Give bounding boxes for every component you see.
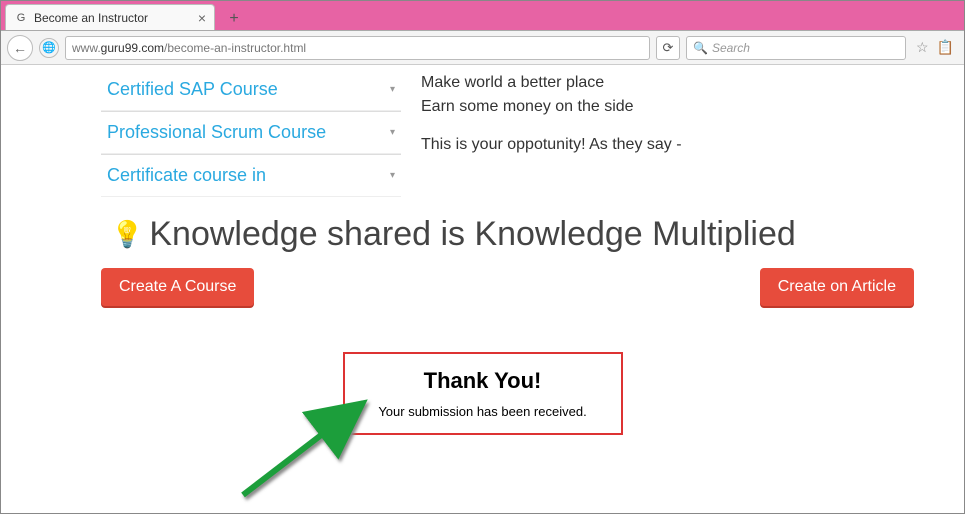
intro-line: Earn some money on the side (421, 95, 944, 119)
close-tab-icon[interactable]: × (198, 10, 206, 26)
reload-button[interactable]: ⟳ (656, 36, 680, 60)
sidebar-item-label: Certified SAP Course (107, 79, 278, 100)
thank-you-box: Thank You! Your submission has been rece… (343, 352, 623, 435)
tab-bar: G Become an Instructor × + (1, 1, 964, 31)
lightbulb-icon: 💡 (111, 219, 143, 250)
browser-tab[interactable]: G Become an Instructor × (5, 4, 215, 30)
toolbar-right-icons: ☆ 📋 (912, 39, 958, 56)
tab-title: Become an Instructor (34, 11, 192, 25)
clipboard-icon[interactable]: 📋 (937, 39, 954, 56)
site-identity-icon[interactable]: 🌐 (39, 38, 59, 58)
url-host: guru99.com (101, 41, 164, 55)
url-path: /become-an-instructor.html (164, 41, 306, 55)
sidebar-item-label: Professional Scrum Course (107, 122, 326, 143)
sidebar-item-certificate[interactable]: Certificate course in ▾ (101, 154, 401, 197)
sidebar-item-scrum[interactable]: Professional Scrum Course ▾ (101, 111, 401, 154)
headline-text: Knowledge shared is Knowledge Multiplied (149, 215, 795, 254)
create-article-button[interactable]: Create on Article (760, 268, 914, 306)
search-icon: 🔍 (693, 41, 708, 55)
toolbar: ← 🌐 www.guru99.com/become-an-instructor.… (1, 31, 964, 65)
page-body: Certified SAP Course ▾ Professional Scru… (1, 65, 964, 435)
url-pre: www. (72, 41, 101, 55)
chevron-down-icon: ▾ (390, 84, 395, 95)
create-course-button[interactable]: Create A Course (101, 268, 254, 306)
sidebar-item-label: Certificate course in (107, 165, 266, 186)
sidebar-item-sap[interactable]: Certified SAP Course ▾ (101, 69, 401, 111)
url-bar[interactable]: www.guru99.com/become-an-instructor.html (65, 36, 650, 60)
button-row: Create A Course Create on Article (21, 268, 944, 306)
search-bar[interactable]: 🔍 Search (686, 36, 906, 60)
intro-text: Make world a better place Earn some mone… (421, 69, 944, 197)
back-button[interactable]: ← (7, 35, 33, 61)
chevron-down-icon: ▾ (390, 127, 395, 138)
thank-you-title: Thank You! (355, 368, 611, 394)
intro-line: This is your oppotunity! As they say - (421, 133, 944, 157)
new-tab-button[interactable]: + (221, 8, 247, 30)
course-sidebar: Certified SAP Course ▾ Professional Scru… (101, 69, 401, 197)
chevron-down-icon: ▾ (390, 170, 395, 181)
bookmark-star-icon[interactable]: ☆ (916, 39, 929, 56)
thank-you-message: Your submission has been received. (355, 404, 611, 419)
tab-favicon: G (14, 11, 28, 25)
search-placeholder: Search (712, 41, 750, 55)
intro-line: Make world a better place (421, 71, 944, 95)
headline: 💡 Knowledge shared is Knowledge Multipli… (111, 215, 944, 254)
